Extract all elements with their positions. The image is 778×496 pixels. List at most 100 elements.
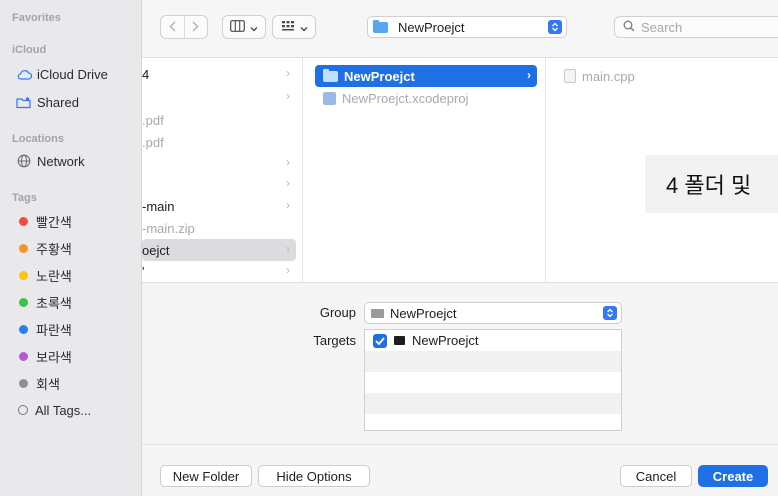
- network-icon: [16, 153, 32, 169]
- chevron-right-icon: ›: [286, 66, 290, 80]
- new-folder-button[interactable]: New Folder: [160, 465, 252, 487]
- list-item[interactable]: ›: [142, 173, 296, 195]
- group-popup-label: NewProejct: [390, 305, 457, 321]
- chevron-down-icon: [300, 20, 308, 35]
- sidebar-item-label: Shared: [37, 94, 79, 110]
- cloud-icon: [16, 66, 32, 82]
- chevron-down-icon: [250, 20, 258, 35]
- purple-tag-dot-icon: [19, 351, 28, 361]
- toolbar: NewProejct Search: [142, 0, 778, 58]
- chevron-right-icon: ›: [286, 242, 290, 256]
- browser-column-1: 4 › › .pdf .pdf › › -main › -main.zip oejc…: [142, 58, 303, 282]
- shared-folder-icon: [16, 94, 32, 110]
- browser-column-2: NewProejct › NewProejct.xcodeproj: [303, 58, 546, 282]
- sidebar-header-tags: Tags: [12, 192, 37, 204]
- list-item-label: -main: [142, 198, 175, 214]
- sidebar-header-icloud: iCloud: [12, 44, 47, 56]
- list-item-label: NewProejct: [344, 68, 415, 84]
- red-tag-dot-icon: [19, 216, 28, 226]
- sidebar-item-label: iCloud Drive: [37, 66, 108, 82]
- chevron-right-icon: ›: [527, 68, 531, 82]
- sidebar-item-label: All Tags...: [35, 402, 92, 418]
- target-checkbox[interactable]: [373, 333, 387, 348]
- folder-icon: [373, 19, 388, 33]
- view-mode-button[interactable]: [222, 15, 266, 39]
- sidebar-item-label: 빨간색: [36, 214, 72, 230]
- grid-group-icon: [281, 20, 295, 35]
- list-item[interactable]: ›: [142, 86, 296, 108]
- forward-button[interactable]: [183, 16, 208, 38]
- folder-icon: [323, 68, 338, 82]
- chevron-right-icon: ›: [286, 176, 290, 190]
- list-item[interactable]: -main.zip: [142, 217, 296, 239]
- up-down-stepper-icon: [548, 20, 562, 34]
- sidebar-tag-orange[interactable]: 주황색: [16, 237, 72, 259]
- chevron-right-icon: [192, 19, 199, 35]
- sidebar-item-label: 초록색: [36, 295, 72, 311]
- sidebar-tag-green[interactable]: 초록색: [16, 291, 72, 313]
- list-item[interactable]: .pdf: [142, 131, 296, 153]
- list-item[interactable]: ' ›: [142, 260, 296, 282]
- hide-options-button[interactable]: Hide Options: [258, 465, 370, 487]
- list-item-label: ': [142, 263, 145, 279]
- orange-tag-dot-icon: [19, 243, 28, 253]
- list-item[interactable]: ›: [142, 152, 296, 174]
- group-popup[interactable]: NewProejct: [364, 302, 622, 324]
- search-field[interactable]: Search: [614, 16, 778, 38]
- up-down-stepper-icon: [603, 306, 617, 320]
- chevron-right-icon: ›: [286, 263, 290, 277]
- location-popup-label: NewProejct: [398, 19, 465, 35]
- sidebar: Favorites iCloud iCloud Drive Shared Loc…: [0, 0, 142, 496]
- target-row[interactable]: NewProejct: [365, 330, 621, 351]
- sidebar-tag-gray[interactable]: 회색: [16, 372, 60, 394]
- list-item-label: oejct: [142, 242, 170, 258]
- cancel-button[interactable]: Cancel: [620, 465, 692, 487]
- table-row: [365, 351, 621, 372]
- sidebar-item-network[interactable]: Network: [16, 150, 85, 172]
- list-item[interactable]: NewProejct.xcodeproj: [315, 87, 537, 109]
- sidebar-tag-blue[interactable]: 파란색: [16, 318, 72, 340]
- sidebar-tag-purple[interactable]: 보라색: [16, 345, 72, 367]
- yellow-tag-dot-icon: [19, 270, 28, 280]
- table-row: [365, 372, 621, 393]
- list-item-selected[interactable]: NewProejct ›: [315, 65, 537, 87]
- list-item-label: -main.zip: [142, 220, 195, 236]
- file-icon: [564, 69, 576, 83]
- targets-list: NewProejct: [364, 329, 622, 431]
- sidebar-tag-yellow[interactable]: 노란색: [16, 264, 72, 286]
- group-mode-button[interactable]: [272, 15, 316, 39]
- list-item-selected[interactable]: oejct ›: [142, 239, 296, 261]
- sidebar-item-icloud-drive[interactable]: iCloud Drive: [16, 63, 108, 85]
- target-label: NewProejct: [412, 333, 479, 348]
- table-row: [365, 393, 621, 414]
- search-placeholder: Search: [641, 19, 683, 35]
- list-item[interactable]: .pdf: [142, 109, 296, 131]
- list-item[interactable]: 4 ›: [142, 63, 296, 85]
- list-item[interactable]: main.cpp: [560, 65, 760, 87]
- xcodeproj-icon: [323, 91, 336, 105]
- folder-icon: [371, 308, 384, 318]
- sidebar-item-label: 파란색: [36, 322, 72, 338]
- sidebar-item-shared[interactable]: Shared: [16, 91, 79, 113]
- all-tags-icon: [18, 405, 28, 415]
- location-popup[interactable]: NewProejct: [367, 16, 567, 38]
- list-item-label: .pdf: [142, 112, 164, 128]
- divider: [142, 444, 778, 445]
- list-item[interactable]: -main ›: [142, 195, 296, 217]
- overlay-caption: 4 폴더 및: [645, 155, 778, 213]
- chevron-left-icon: [169, 19, 176, 35]
- sidebar-item-all-tags[interactable]: All Tags...: [16, 399, 91, 421]
- search-icon: [623, 20, 635, 35]
- back-button[interactable]: [161, 16, 184, 38]
- sidebar-item-label: 노란색: [36, 268, 72, 284]
- sidebar-tag-red[interactable]: 빨간색: [16, 210, 72, 232]
- list-item-label: .pdf: [142, 134, 164, 150]
- sidebar-item-label: 주황색: [36, 241, 72, 257]
- create-button[interactable]: Create: [698, 465, 768, 487]
- column-view-icon: [230, 19, 245, 35]
- table-row: [365, 414, 621, 430]
- group-label: Group: [319, 305, 356, 320]
- targets-label: Targets: [313, 333, 356, 348]
- gray-tag-dot-icon: [19, 378, 28, 388]
- chevron-right-icon: ›: [286, 155, 290, 169]
